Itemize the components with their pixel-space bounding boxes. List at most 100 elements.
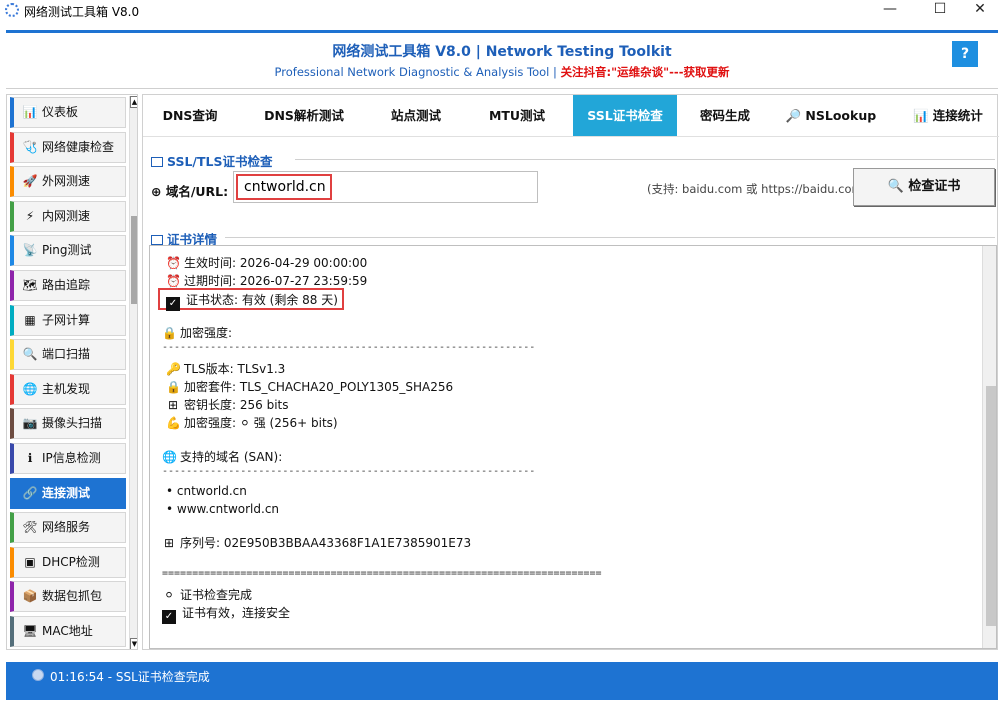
grid-icon: ⊞ <box>163 536 175 550</box>
tab[interactable]: 密码生成 <box>678 95 772 136</box>
sidebar-item-label: Ping测试 <box>42 243 92 258</box>
sidebar-item[interactable]: 🖥 MAC地址 <box>10 616 126 647</box>
sidebar-item-icon: ⚡ <box>25 208 35 223</box>
sidebar-item[interactable]: 📡 Ping测试 <box>10 235 126 267</box>
done-line: ⚪ 证书检查完成 <box>163 588 253 602</box>
group-divider <box>225 237 995 238</box>
sidebar-item[interactable]: 🚀 外网测速 <box>10 166 126 198</box>
clock-icon: ⏰ <box>166 256 181 270</box>
separator: ----------------------------------------… <box>162 466 536 477</box>
tab[interactable]: DNS查询 <box>143 95 237 136</box>
serial-line: ⊞ 序列号: 02E950B3BBAA43368F1A1E7385901E73 <box>163 536 472 550</box>
tab-label: MTU测试 <box>488 108 546 123</box>
sidebar-item-icon: 🔗 <box>22 485 38 500</box>
main-panel: DNS查询 DNS解析测试 站点测试 MTU测试 SSL证书检查 密码生成 🔎 NSLooku… <box>142 94 1000 650</box>
tab-label: 站点测试 <box>390 108 441 123</box>
sidebar-item[interactable]: 📷 摄像头扫描 <box>10 408 126 440</box>
scroll-down-icon[interactable]: ▼ <box>130 638 137 649</box>
sidebar-item[interactable]: 🛠 网络服务 <box>10 512 126 544</box>
sidebar-item-label: 主机发现 <box>42 381 91 396</box>
sidebar-item[interactable]: 🔗 连接测试 <box>10 477 126 509</box>
domain-hint: (支持: baidu.com 或 https://baidu.com) <box>647 182 868 196</box>
minimize-button[interactable]: — <box>870 0 910 20</box>
sidebar-item-icon: 🔍 <box>22 347 38 362</box>
sidebar-item[interactable]: 🗺 路由追踪 <box>10 270 126 301</box>
tab[interactable]: 📊 连接统计 <box>890 95 1000 136</box>
sidebar-item-icon: ℹ <box>27 451 33 465</box>
status-text: 01:16:54 - SSL证书检查完成 <box>50 670 210 684</box>
tab[interactable]: SSL证书检查 <box>573 95 677 136</box>
san-item: • cntworld.cn <box>166 484 247 498</box>
scroll-thumb[interactable] <box>131 216 137 304</box>
sidebar-item[interactable]: 📊 仪表板 <box>10 97 126 128</box>
details-scrollbar[interactable] <box>982 246 996 648</box>
domain-input[interactable] <box>236 174 332 200</box>
tab[interactable]: 站点测试 <box>371 95 461 136</box>
sidebar-item[interactable]: 🩺 网络健康检查 <box>10 131 126 163</box>
sidebar-item-label: 内网测速 <box>42 208 91 223</box>
valid-line: ✓ 证书有效，连接安全 <box>162 604 290 624</box>
san-item: • www.cntworld.cn <box>166 502 280 516</box>
cipher-line: 🔒 加密套件: TLS_CHACHA20_POLY1305_SHA256 <box>166 380 454 394</box>
tab[interactable]: DNS解析测试 <box>238 95 370 136</box>
key-icon: 🔑 <box>166 362 181 376</box>
sidebar-item[interactable]: ℹ IP信息检测 <box>10 443 126 474</box>
sidebar-item-label: 网络服务 <box>42 520 91 535</box>
sidebar-item-label: MAC地址 <box>42 624 93 638</box>
scroll-up-icon[interactable]: ▲ <box>130 96 137 108</box>
tab[interactable]: MTU测试 <box>462 95 572 136</box>
app-icon <box>5 3 19 17</box>
close-button[interactable]: ✕ <box>960 0 1000 20</box>
sidebar-item-label: 仪表板 <box>42 105 79 119</box>
header-title: 网络测试工具箱 V8.0 | Network Testing Toolkit <box>332 44 672 60</box>
tab-label: DNS解析测试 <box>264 108 344 123</box>
sidebar: 📊 仪表板 🩺 网络健康检查 🚀 外网测速 ⚡ 内网测速 📡 Ping测试 🗺 路由追踪 ▦ 子网计算 🔍 端… <box>6 94 138 650</box>
lock-icon: 🔒 <box>166 380 181 394</box>
sidebar-item-label: 端口扫描 <box>42 347 91 362</box>
tab-label: SSL证书检查 <box>587 108 663 123</box>
header-subtitle: Professional Network Diagnostic & Analys… <box>6 64 998 80</box>
sidebar-item[interactable]: 🔍 端口扫描 <box>10 339 126 371</box>
lock-icon: 🔒 <box>162 326 177 340</box>
ssl-group-title: SSL/TLS证书检查 <box>151 151 272 170</box>
domain-label: ⊕ 域名/URL: <box>151 184 229 199</box>
sidebar-item-label: 网络健康检查 <box>42 139 115 154</box>
sidebar-item-icon: 🌐 <box>22 381 38 396</box>
search-icon: 🔍 <box>887 179 909 194</box>
check-certificate-button[interactable]: 🔍 检查证书 <box>853 168 995 206</box>
tab-label: 连接统计 <box>932 108 983 123</box>
sidebar-item[interactable]: ⚡ 内网测速 <box>10 200 126 232</box>
sidebar-item-icon: 🛠 <box>22 520 38 535</box>
globe-icon: ⊕ <box>151 184 166 199</box>
maximize-button[interactable]: ☐ <box>920 0 960 20</box>
sidebar-item-icon: 📷 <box>22 416 38 431</box>
strength-heading: 🔒 加密强度: <box>162 326 233 340</box>
chart-icon <box>151 235 163 245</box>
status-line: ✓ 证书状态: 有效 (剩余 88 天) <box>166 291 338 311</box>
check-icon: ✓ <box>166 297 180 311</box>
scroll-thumb[interactable] <box>986 386 996 626</box>
sidebar-item[interactable]: ▦ 子网计算 <box>10 304 126 336</box>
circle-icon: ⚪ <box>163 588 175 602</box>
window-title: 网络测试工具箱 V8.0 <box>24 5 140 19</box>
sidebar-item-label: 连接测试 <box>42 485 91 500</box>
group-divider <box>295 159 995 160</box>
valid-from-line: ⏰ 生效时间: 2026-04-29 00:00:00 <box>166 256 368 270</box>
tab[interactable]: 🔎 NSLookup <box>773 95 889 136</box>
promo-text: 关注抖音:"运维杂谈"---获取更新 <box>560 65 730 79</box>
help-button[interactable]: ? <box>952 41 978 67</box>
status-indicator-icon <box>32 669 44 681</box>
sidebar-scrollbar[interactable]: ▲ ▼ <box>129 96 137 649</box>
strength-line: 💪 加密强度: ⚪ 强 (256+ bits) <box>166 416 338 430</box>
sidebar-item-label: 路由追踪 <box>42 278 91 292</box>
sidebar-item-label: 数据包抓包 <box>42 589 103 604</box>
sidebar-item[interactable]: ▣ DHCP检测 <box>10 546 126 578</box>
sidebar-item[interactable]: 🌐 主机发现 <box>10 373 126 405</box>
tls-version-line: 🔑 TLS版本: TLSv1.3 <box>166 362 286 376</box>
app-header: 网络测试工具箱 V8.0 | Network Testing Toolkit P… <box>6 33 998 89</box>
sidebar-item-icon: ▦ <box>24 312 36 327</box>
sidebar-item[interactable]: 📦 数据包抓包 <box>10 581 126 613</box>
sidebar-item-label: 摄像头扫描 <box>42 416 103 431</box>
check-icon: ✓ <box>162 610 176 624</box>
sidebar-item-icon: 📡 <box>22 243 38 258</box>
